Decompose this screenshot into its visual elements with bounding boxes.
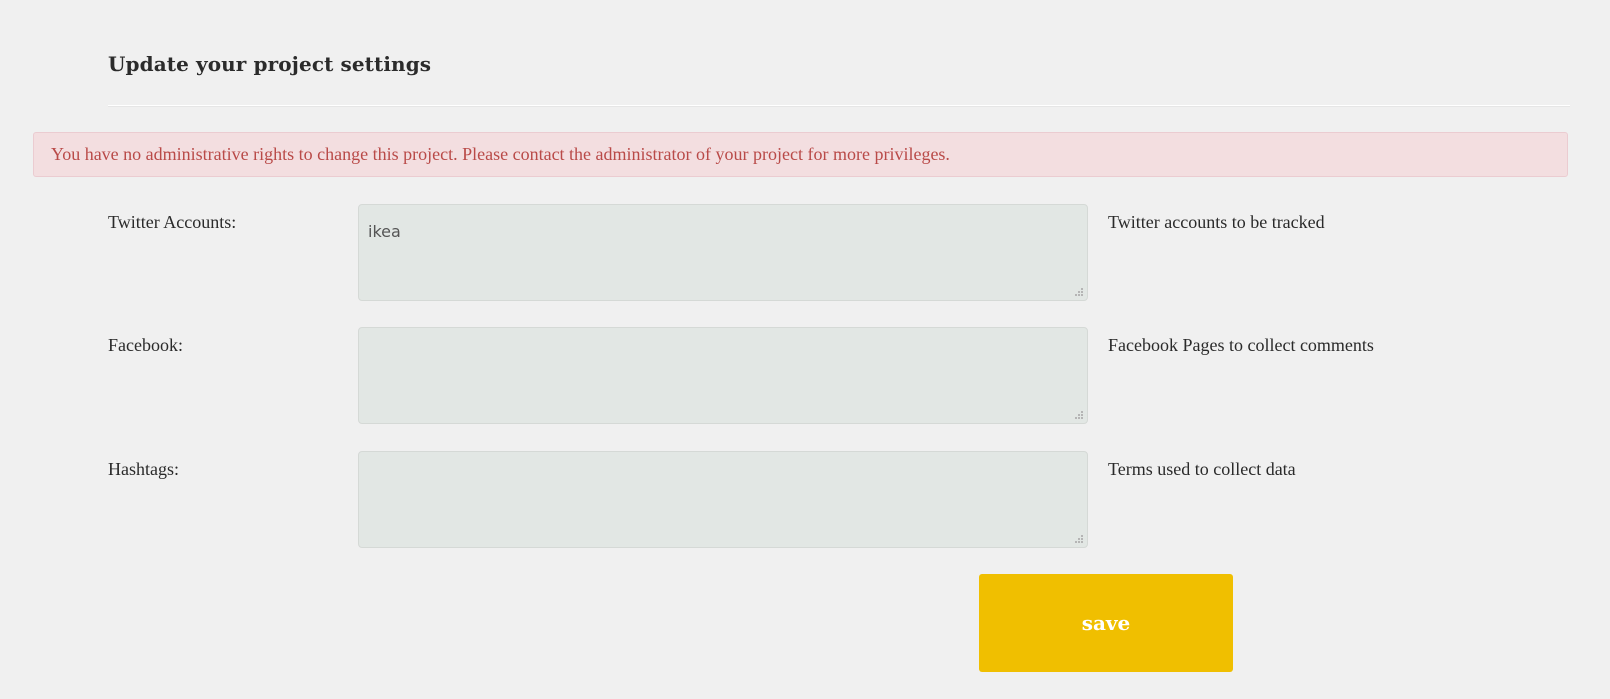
facebook-textarea[interactable] bbox=[358, 327, 1088, 424]
resize-handle-icon[interactable] bbox=[1073, 409, 1083, 419]
twitter-accounts-value: ikea bbox=[368, 222, 401, 241]
facebook-label: Facebook: bbox=[108, 335, 183, 355]
twitter-accounts-label: Twitter Accounts: bbox=[108, 212, 237, 232]
facebook-help: Facebook Pages to collect comments bbox=[1108, 335, 1374, 355]
hashtags-row: Hashtags: Terms used to collect data bbox=[0, 451, 1610, 548]
title-divider bbox=[108, 105, 1570, 107]
hashtags-textarea[interactable] bbox=[358, 451, 1088, 548]
resize-handle-icon[interactable] bbox=[1073, 533, 1083, 543]
alert-message: You have no administrative rights to cha… bbox=[51, 144, 950, 164]
twitter-accounts-help: Twitter accounts to be tracked bbox=[1108, 212, 1325, 232]
twitter-accounts-row: Twitter Accounts: ikea Twitter accounts … bbox=[0, 204, 1610, 301]
resize-handle-icon[interactable] bbox=[1073, 286, 1083, 296]
twitter-accounts-textarea[interactable]: ikea bbox=[358, 204, 1088, 301]
hashtags-label: Hashtags: bbox=[108, 459, 179, 479]
hashtags-help: Terms used to collect data bbox=[1108, 459, 1296, 479]
save-button[interactable]: save bbox=[979, 574, 1233, 672]
page-title: Update your project settings bbox=[108, 52, 432, 76]
facebook-row: Facebook: Facebook Pages to collect comm… bbox=[0, 327, 1610, 424]
permission-alert: You have no administrative rights to cha… bbox=[33, 132, 1568, 177]
